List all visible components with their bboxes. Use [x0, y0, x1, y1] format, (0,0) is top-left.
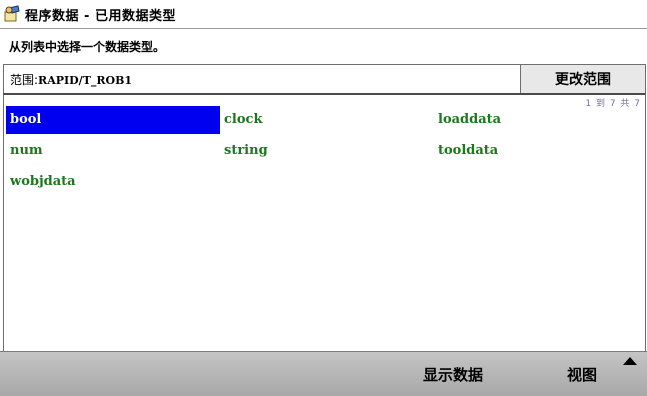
view-menu-button[interactable]: 视图	[517, 352, 647, 396]
scope-text: 范围:RAPID/T_ROB1	[10, 71, 132, 88]
list-item-clock[interactable]: clock	[220, 106, 434, 134]
show-data-button[interactable]: 显示数据	[389, 352, 517, 396]
scope-label: 范围:	[10, 73, 39, 87]
data-type-list: 1 到 7 共 7 bool clock loaddata num string…	[3, 93, 646, 353]
caret-up-icon	[623, 357, 637, 365]
list-item-string[interactable]: string	[220, 137, 434, 165]
list-item-tooldata[interactable]: tooldata	[434, 137, 640, 165]
view-label: 视图	[566, 365, 597, 384]
change-scope-button[interactable]: 更改范围	[520, 64, 646, 94]
bottom-toolbar: 显示数据 视图	[0, 351, 647, 396]
scope-value: RAPID/T_ROB1	[38, 74, 133, 87]
list-item-wobjdata[interactable]: wobjdata	[6, 168, 220, 196]
scope-bar: 范围:RAPID/T_ROB1 更改范围	[3, 64, 646, 94]
list-item-loaddata[interactable]: loaddata	[434, 106, 640, 134]
instruction-text: 从列表中选择一个数据类型。	[9, 40, 166, 54]
window-title: 程序数据 - 已用数据类型	[25, 8, 176, 24]
list-item-bool[interactable]: bool	[6, 106, 220, 134]
program-data-icon	[4, 5, 20, 22]
title-bar: 程序数据 - 已用数据类型	[0, 0, 647, 29]
list-item-num[interactable]: num	[6, 137, 220, 165]
